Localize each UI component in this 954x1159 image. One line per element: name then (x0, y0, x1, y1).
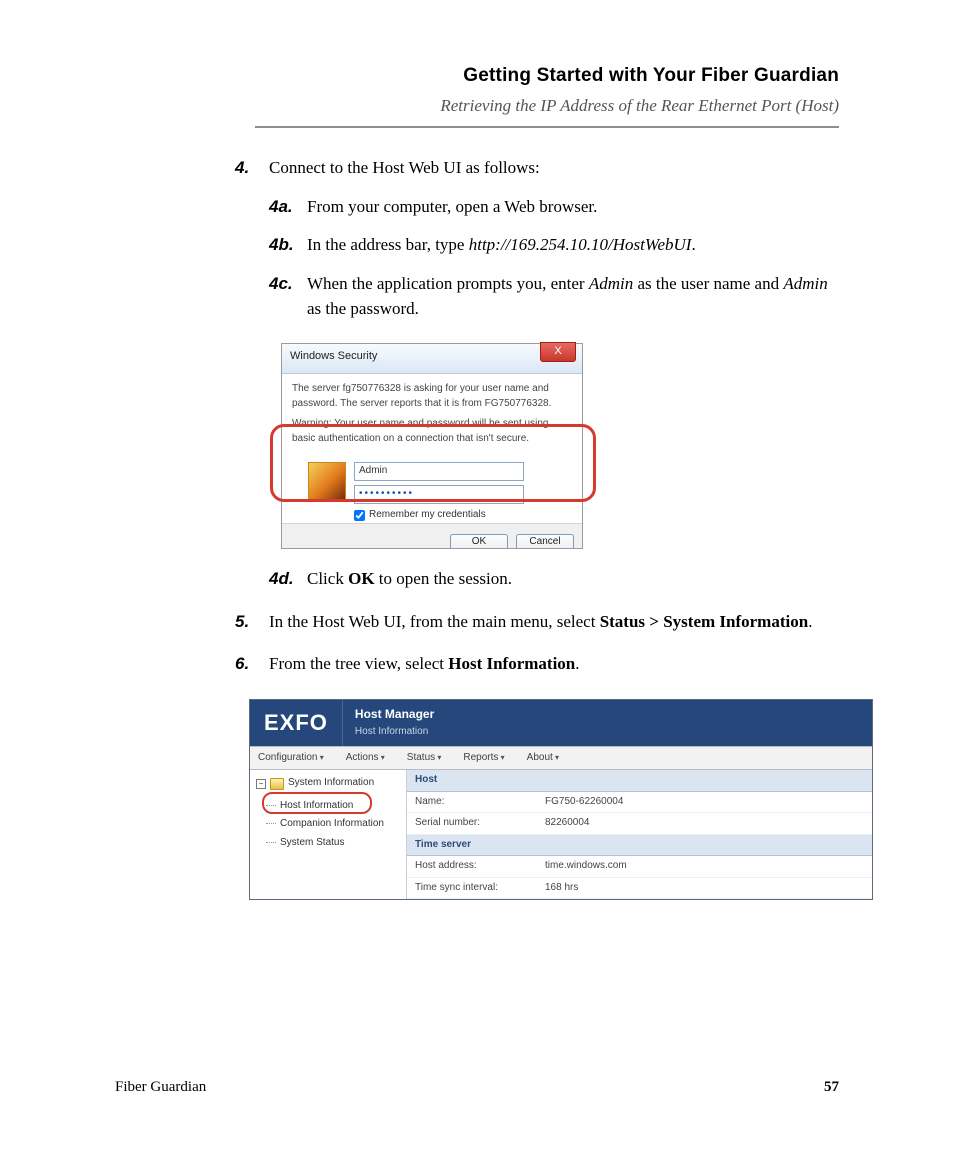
menu-status[interactable]: Status (407, 751, 442, 766)
page-header: Getting Started with Your Fiber Guardian… (255, 62, 839, 128)
step-4a: 4a. From your computer, open a Web brows… (269, 195, 839, 220)
hm-tree: − System Information Host Information Co… (250, 770, 407, 899)
dialog-titlebar: Windows Security X (282, 344, 582, 374)
step-4-text: Connect to the Host Web UI as follows: (269, 158, 540, 177)
tree-root[interactable]: − System Information (256, 776, 400, 791)
menu-configuration[interactable]: Configuration (258, 751, 324, 766)
menu-about[interactable]: About (527, 751, 559, 766)
ok-button[interactable]: OK (450, 534, 508, 548)
menu-actions[interactable]: Actions (346, 751, 385, 766)
header-subtitle: Retrieving the IP Address of the Rear Et… (255, 94, 839, 119)
remember-checkbox-box[interactable] (354, 510, 365, 521)
section-host-header: Host (407, 770, 872, 792)
hm-title: Host Manager (355, 706, 434, 723)
row-time-sync: Time sync interval: 168 hrs (407, 878, 872, 900)
row-host-address: Host address: time.windows.com (407, 856, 872, 878)
password-input[interactable]: •••••••••• (354, 485, 524, 504)
tree-companion-information[interactable]: Companion Information (256, 815, 400, 834)
step-4: 4. Connect to the Host Web UI as follows… (235, 156, 839, 591)
username-input[interactable]: Admin (354, 462, 524, 481)
tree-host-information[interactable]: Host Information (256, 797, 400, 816)
user-tile-icon (308, 462, 346, 500)
footer-product: Fiber Guardian (115, 1077, 206, 1099)
dialog-title: Windows Security (290, 350, 377, 362)
step-4d: 4d. Click OK to open the session. (269, 567, 839, 592)
host-manager-panel: EXFO Host Manager Host Information Confi… (249, 699, 873, 901)
tree-system-status[interactable]: System Status (256, 834, 400, 853)
hm-header: EXFO Host Manager Host Information (250, 700, 872, 746)
step-6: 6. From the tree view, select Host Infor… (235, 652, 839, 900)
header-title: Getting Started with Your Fiber Guardian (255, 62, 839, 90)
windows-security-dialog: Windows Security X The server fg75077632… (281, 343, 583, 549)
step-5: 5. In the Host Web UI, from the main men… (235, 610, 839, 635)
menu-reports[interactable]: Reports (463, 751, 504, 766)
page-footer: Fiber Guardian 57 (115, 1077, 839, 1099)
step-number: 4. (235, 156, 269, 591)
row-serial: Serial number: 82260004 (407, 813, 872, 835)
section-time-header: Time server (407, 835, 872, 857)
collapse-icon[interactable]: − (256, 779, 266, 789)
cancel-button[interactable]: Cancel (516, 534, 574, 548)
hm-menubar: Configuration Actions Status Reports Abo… (250, 746, 872, 771)
close-icon[interactable]: X (540, 342, 576, 362)
row-name: Name: FG750-62260004 (407, 792, 872, 814)
remember-credentials-checkbox[interactable]: Remember my credentials (354, 508, 572, 523)
hm-subtitle: Host Information (355, 725, 434, 740)
footer-page-number: 57 (824, 1077, 839, 1099)
folder-icon (270, 778, 284, 790)
step-4b: 4b. In the address bar, type http://169.… (269, 233, 839, 258)
dialog-warning: Warning: Your user name and password wil… (292, 417, 572, 446)
dialog-message: The server fg750776328 is asking for you… (292, 382, 572, 411)
step-4c: 4c. When the application prompts you, en… (269, 272, 839, 321)
exfo-logo: EXFO (250, 700, 343, 746)
hm-main: Host Name: FG750-62260004 Serial number:… (407, 770, 872, 899)
